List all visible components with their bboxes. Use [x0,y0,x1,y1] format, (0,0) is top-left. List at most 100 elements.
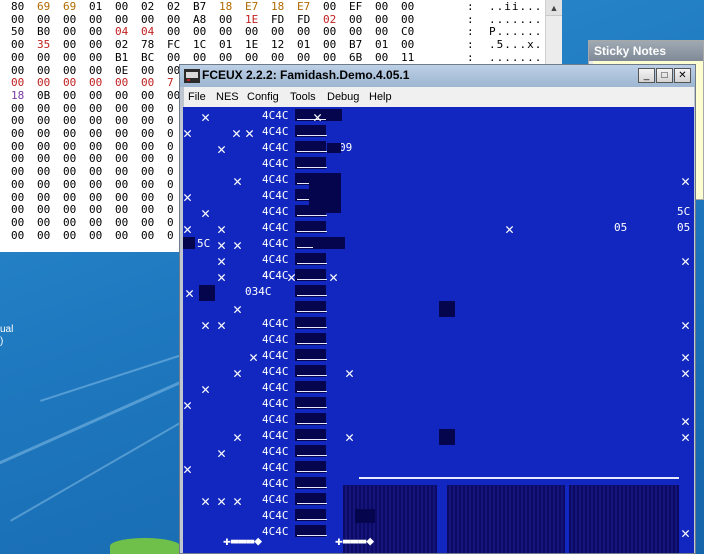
menu-help[interactable]: Help [369,87,392,107]
hex-byte[interactable]: 00 [63,102,83,115]
hex-byte[interactable]: 00 [167,51,187,64]
hex-byte[interactable]: 00 [219,25,239,38]
hex-byte[interactable]: EF [349,0,369,13]
hex-byte[interactable]: 00 [141,229,161,242]
hex-byte[interactable]: 00 [323,0,343,13]
hex-byte[interactable]: 00 [401,38,421,51]
hex-byte[interactable]: E7 [297,0,317,13]
hex-byte[interactable]: 00 [141,89,161,102]
hex-byte[interactable]: 18 [271,0,291,13]
hex-byte[interactable]: 00 [37,216,57,229]
hex-byte[interactable]: 00 [141,191,161,204]
hex-byte[interactable]: 00 [89,51,109,64]
hex-byte[interactable]: 00 [375,0,395,13]
hex-byte[interactable]: 00 [11,229,31,242]
menu-nes[interactable]: NES [216,87,239,107]
hex-byte[interactable]: B7 [349,38,369,51]
hex-byte[interactable]: 78 [141,38,161,51]
hex-byte[interactable]: 00 [89,127,109,140]
hex-byte[interactable]: 00 [11,102,31,115]
hex-byte[interactable]: 00 [193,25,213,38]
hex-byte[interactable]: 00 [89,229,109,242]
hex-byte[interactable]: 00 [63,76,83,89]
hex-byte[interactable]: B0 [37,25,57,38]
hex-byte[interactable]: 18 [219,0,239,13]
hex-byte[interactable]: 00 [375,25,395,38]
hex-byte[interactable]: 00 [323,25,343,38]
hex-byte[interactable]: 00 [37,13,57,26]
hex-byte[interactable]: 00 [115,127,135,140]
hex-byte[interactable]: 02 [141,0,161,13]
hex-byte[interactable]: 00 [89,216,109,229]
hex-byte[interactable]: A8 [193,13,213,26]
hex-byte[interactable]: 11 [401,51,421,64]
hex-byte[interactable]: 00 [63,38,83,51]
hex-byte[interactable]: 00 [89,13,109,26]
hex-byte[interactable]: 69 [37,0,57,13]
hex-byte[interactable]: FD [271,13,291,26]
hex-byte[interactable]: FD [297,13,317,26]
title-bar[interactable]: FCEUX 2.2.2: Famidash.Demo.4.05.1 _ □ ✕ [180,65,695,87]
hex-byte[interactable]: 02 [115,38,135,51]
hex-byte[interactable]: 00 [115,89,135,102]
menu-file[interactable]: File [188,87,206,107]
hex-byte[interactable]: 00 [63,229,83,242]
hex-byte[interactable]: 00 [141,127,161,140]
hex-byte[interactable]: 00 [297,51,317,64]
hex-byte[interactable]: 00 [37,140,57,153]
hex-byte[interactable]: 04 [115,25,135,38]
hex-byte[interactable]: 00 [11,165,31,178]
menu-debug[interactable]: Debug [327,87,359,107]
hex-byte[interactable]: 00 [167,13,187,26]
hex-byte[interactable]: 00 [115,76,135,89]
hex-byte[interactable]: 00 [37,229,57,242]
hex-byte[interactable]: 00 [37,76,57,89]
hex-byte[interactable]: 00 [89,25,109,38]
hex-byte[interactable]: 00 [37,165,57,178]
emulator-screen[interactable]: 4C4C 4C4C 4C4C 4C4C 4C4C 4C4C 4C4C 4C4C 4C4C 4C4C… [183,107,694,553]
hex-byte[interactable]: 00 [63,203,83,216]
hex-byte[interactable]: 00 [115,178,135,191]
hex-byte[interactable]: 00 [89,140,109,153]
hex-byte[interactable]: 00 [219,13,239,26]
hex-byte[interactable]: 00 [141,216,161,229]
hex-byte[interactable]: B7 [193,0,213,13]
hex-byte[interactable]: 00 [115,114,135,127]
hex-byte[interactable]: C0 [401,25,421,38]
hex-byte[interactable]: 6B [349,51,369,64]
hex-byte[interactable]: 00 [63,191,83,204]
hex-byte[interactable]: 00 [141,152,161,165]
hex-byte[interactable]: 00 [63,89,83,102]
hex-byte[interactable]: 00 [63,64,83,77]
hex-byte[interactable]: 01 [89,0,109,13]
hex-byte[interactable]: 00 [11,127,31,140]
hex-byte[interactable]: 00 [63,140,83,153]
hex-byte[interactable]: 0E [115,64,135,77]
hex-byte[interactable]: 00 [323,38,343,51]
hex-byte[interactable]: 00 [11,51,31,64]
hex-byte[interactable]: 00 [37,114,57,127]
hex-byte[interactable]: 00 [115,191,135,204]
hex-byte[interactable]: 00 [219,51,239,64]
hex-byte[interactable]: 80 [11,0,31,13]
hex-byte[interactable]: 00 [63,178,83,191]
hex-byte[interactable]: FC [167,38,187,51]
hex-byte[interactable]: 00 [115,13,135,26]
hex-byte[interactable]: 00 [11,114,31,127]
hex-byte[interactable]: 00 [63,51,83,64]
hex-byte[interactable]: 1E [245,13,265,26]
hex-byte[interactable]: 00 [89,38,109,51]
hex-byte[interactable]: 01 [219,38,239,51]
hex-byte[interactable]: 01 [297,38,317,51]
menu-tools[interactable]: Tools [290,87,316,107]
hex-byte[interactable]: 1E [245,38,265,51]
hex-byte[interactable]: 00 [115,152,135,165]
hex-byte[interactable]: 00 [141,203,161,216]
hex-byte[interactable]: 00 [37,127,57,140]
hex-byte[interactable]: 00 [245,25,265,38]
hex-byte[interactable]: 00 [245,51,265,64]
hex-byte[interactable]: 00 [89,203,109,216]
hex-byte[interactable]: 00 [11,140,31,153]
hex-byte[interactable]: 02 [167,0,187,13]
hex-byte[interactable]: 00 [63,165,83,178]
